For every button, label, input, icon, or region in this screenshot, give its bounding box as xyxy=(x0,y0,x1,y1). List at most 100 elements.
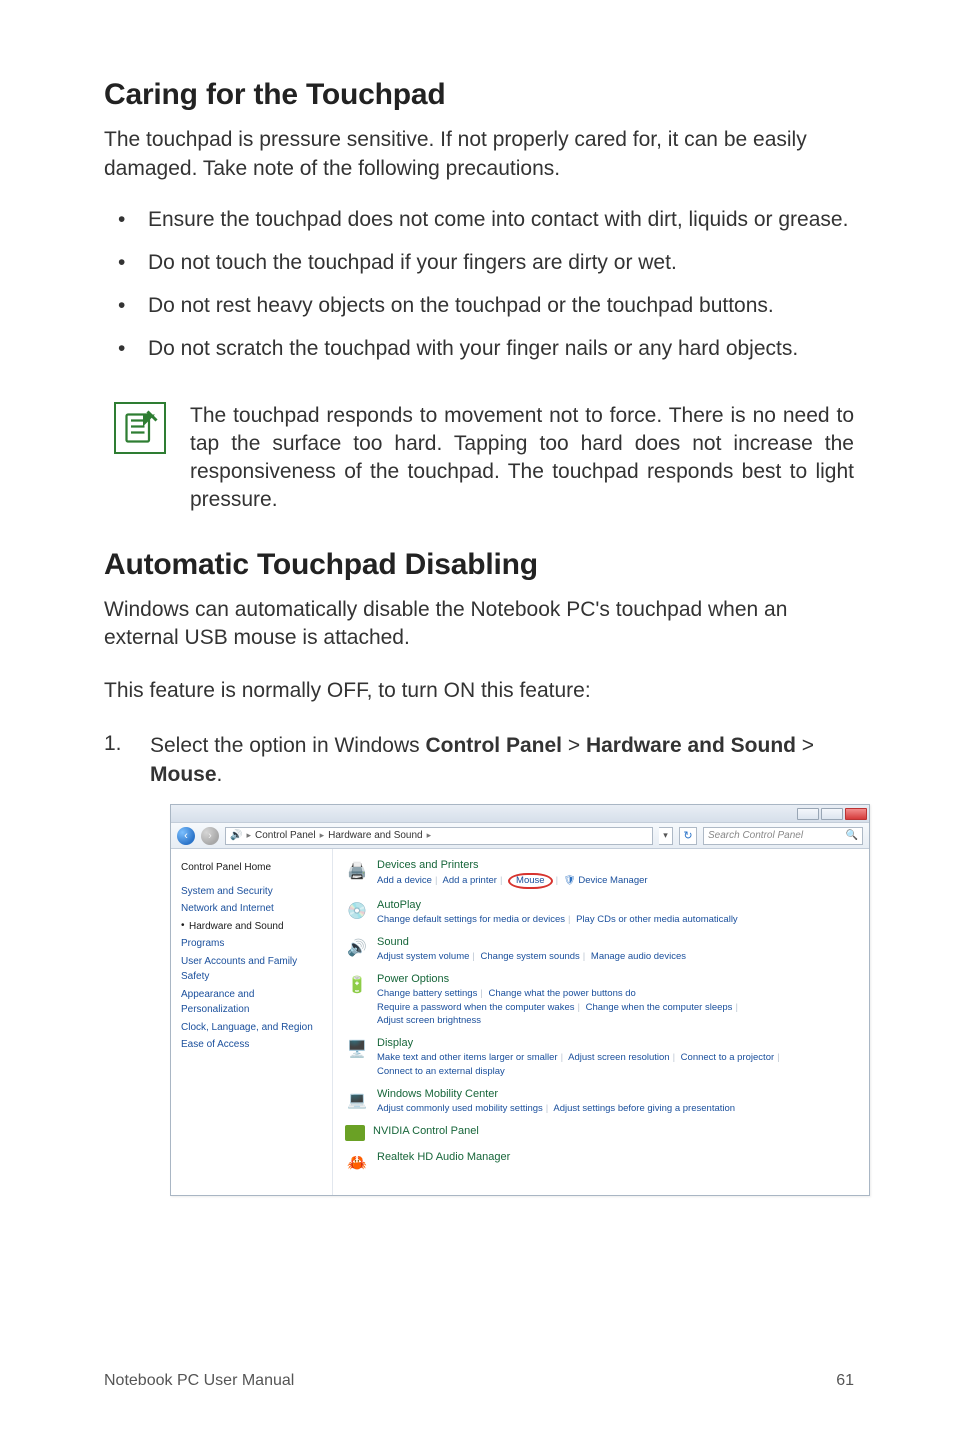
step-bold: Mouse xyxy=(150,763,217,786)
heading-auto-disable: Automatic Touchpad Disabling xyxy=(104,548,854,582)
link[interactable]: Adjust commonly used mobility settings xyxy=(377,1103,543,1114)
category-title[interactable]: Sound xyxy=(377,936,857,948)
sidebar-item[interactable]: Clock, Language, and Region xyxy=(181,1019,322,1037)
category-title[interactable]: Power Options xyxy=(377,973,857,985)
link[interactable]: Connect to a projector xyxy=(681,1052,774,1063)
sidebar-item[interactable]: Programs xyxy=(181,935,322,953)
sidebar: Control Panel Home System and Security N… xyxy=(171,849,333,1195)
nav-forward-button[interactable]: › xyxy=(201,827,219,845)
breadcrumb[interactable]: Hardware and Sound xyxy=(328,830,423,841)
control-panel-body: Control Panel Home System and Security N… xyxy=(171,849,869,1195)
category-autoplay: 💿 AutoPlay Change default settings for m… xyxy=(345,899,857,926)
maximize-button[interactable] xyxy=(821,808,843,820)
address-box[interactable]: 🔊 ▸ Control Panel ▸ Hardware and Sound ▸ xyxy=(225,827,653,845)
printer-icon: 🖨️ xyxy=(345,859,369,883)
category-display: 🖥️ Display Make text and other items lar… xyxy=(345,1037,857,1078)
link[interactable]: Change system sounds xyxy=(481,951,580,962)
laptop-icon: 💻 xyxy=(345,1088,369,1112)
category-title[interactable]: Devices and Printers xyxy=(377,859,857,871)
hardware-icon: 🔊 xyxy=(230,830,242,841)
refresh-button[interactable]: ↻ xyxy=(679,827,697,845)
window-titlebar[interactable] xyxy=(171,805,869,823)
link[interactable]: Connect to an external display xyxy=(377,1066,505,1077)
sidebar-item[interactable]: Network and Internet xyxy=(181,900,322,918)
link[interactable]: Adjust settings before giving a presenta… xyxy=(553,1103,735,1114)
bullet-item: Do not rest heavy objects on the touchpa… xyxy=(104,292,854,321)
search-input[interactable]: Search Control Panel 🔍 xyxy=(703,827,863,845)
link[interactable]: Play CDs or other media automatically xyxy=(576,914,738,925)
chevron-right-icon: ▸ xyxy=(320,830,325,841)
category-sound: 🔊 Sound Adjust system volume| Change sys… xyxy=(345,936,857,963)
note-box: The touchpad responds to movement not to… xyxy=(114,402,854,514)
minimize-button[interactable] xyxy=(797,808,819,820)
bullet-item: Do not scratch the touchpad with your fi… xyxy=(104,335,854,364)
step-bold: Hardware and Sound xyxy=(586,734,796,757)
sidebar-item[interactable]: Ease of Access xyxy=(181,1036,322,1054)
category-links: Make text and other items larger or smal… xyxy=(377,1051,857,1078)
category-devices: 🖨️ Devices and Printers Add a device| Ad… xyxy=(345,859,857,888)
category-nvidia: NVIDIA Control Panel xyxy=(345,1125,857,1141)
nav-back-button[interactable]: ‹ xyxy=(177,827,195,845)
category-links: Change default settings for media or dev… xyxy=(377,913,857,926)
link[interactable]: Change default settings for media or dev… xyxy=(377,914,565,925)
step-body: Select the option in Windows Control Pan… xyxy=(150,732,854,790)
shield-icon: 🛡 xyxy=(564,875,576,886)
sidebar-home[interactable]: Control Panel Home xyxy=(181,859,322,877)
link-device-manager[interactable]: Device Manager xyxy=(578,875,647,886)
link[interactable]: Adjust screen resolution xyxy=(568,1052,669,1063)
note-icon xyxy=(114,402,166,454)
step-text: Select the option in Windows xyxy=(150,734,425,757)
category-title[interactable]: AutoPlay xyxy=(377,899,857,911)
category-title[interactable]: Realtek HD Audio Manager xyxy=(377,1151,857,1163)
link-mouse-highlighted[interactable]: Mouse xyxy=(508,873,553,888)
category-links: Add a device| Add a printer| Mouse| 🛡 De… xyxy=(377,873,857,888)
step-text: . xyxy=(217,763,223,786)
search-placeholder: Search Control Panel xyxy=(708,830,803,841)
category-power: 🔋 Power Options Change battery settings|… xyxy=(345,973,857,1027)
category-title[interactable]: Windows Mobility Center xyxy=(377,1088,857,1100)
category-title[interactable]: Display xyxy=(377,1037,857,1049)
bullet-item: Do not touch the touchpad if your finger… xyxy=(104,249,854,278)
search-icon: 🔍 xyxy=(846,830,858,841)
heading-caring: Caring for the Touchpad xyxy=(104,78,854,112)
monitor-icon: 🖥️ xyxy=(345,1037,369,1061)
category-links: Change battery settings| Change what the… xyxy=(377,987,857,1027)
link[interactable]: Change when the computer sleeps xyxy=(586,1002,733,1013)
address-dropdown[interactable]: ▾ xyxy=(659,827,673,845)
link[interactable]: Make text and other items larger or smal… xyxy=(377,1052,558,1063)
category-links: Adjust system volume| Change system soun… xyxy=(377,950,857,963)
auto-disable-p2: This feature is normally OFF, to turn ON… xyxy=(104,677,854,706)
step-bold: Control Panel xyxy=(425,734,562,757)
category-title[interactable]: NVIDIA Control Panel xyxy=(373,1125,857,1137)
sidebar-item[interactable]: System and Security xyxy=(181,883,322,901)
category-mobility: 💻 Windows Mobility Center Adjust commonl… xyxy=(345,1088,857,1115)
link[interactable]: Require a password when the computer wak… xyxy=(377,1002,575,1013)
link[interactable]: Manage audio devices xyxy=(591,951,686,962)
close-button[interactable] xyxy=(845,808,867,820)
footer-title: Notebook PC User Manual xyxy=(104,1372,294,1390)
link[interactable]: Change battery settings xyxy=(377,988,477,999)
step-number: 1. xyxy=(104,732,126,790)
chevron-right-icon: ▸ xyxy=(427,830,432,841)
sidebar-item[interactable]: Appearance and Personalization xyxy=(181,986,322,1019)
disc-icon: 💿 xyxy=(345,899,369,923)
link[interactable]: Adjust system volume xyxy=(377,951,469,962)
step-sep: > xyxy=(796,734,814,757)
page: Caring for the Touchpad The touchpad is … xyxy=(0,0,954,1438)
address-bar: ‹ › 🔊 ▸ Control Panel ▸ Hardware and Sou… xyxy=(171,823,869,849)
link[interactable]: Change what the power buttons do xyxy=(488,988,635,999)
page-footer: Notebook PC User Manual 61 xyxy=(104,1372,854,1390)
bullet-item: Ensure the touchpad does not come into c… xyxy=(104,206,854,235)
chevron-right-icon: ▸ xyxy=(246,830,251,841)
auto-disable-p1: Windows can automatically disable the No… xyxy=(104,596,854,654)
category-realtek: 🦀 Realtek HD Audio Manager xyxy=(345,1151,857,1175)
sidebar-item-current[interactable]: Hardware and Sound xyxy=(181,918,322,936)
breadcrumb[interactable]: Control Panel xyxy=(255,830,316,841)
page-number: 61 xyxy=(836,1372,854,1390)
link-add-device[interactable]: Add a device xyxy=(377,875,432,886)
main-panel: 🖨️ Devices and Printers Add a device| Ad… xyxy=(333,849,869,1195)
link-add-printer[interactable]: Add a printer xyxy=(443,875,497,886)
intro-caring: The touchpad is pressure sensitive. If n… xyxy=(104,126,854,184)
sidebar-item[interactable]: User Accounts and Family Safety xyxy=(181,953,322,986)
link[interactable]: Adjust screen brightness xyxy=(377,1015,481,1026)
